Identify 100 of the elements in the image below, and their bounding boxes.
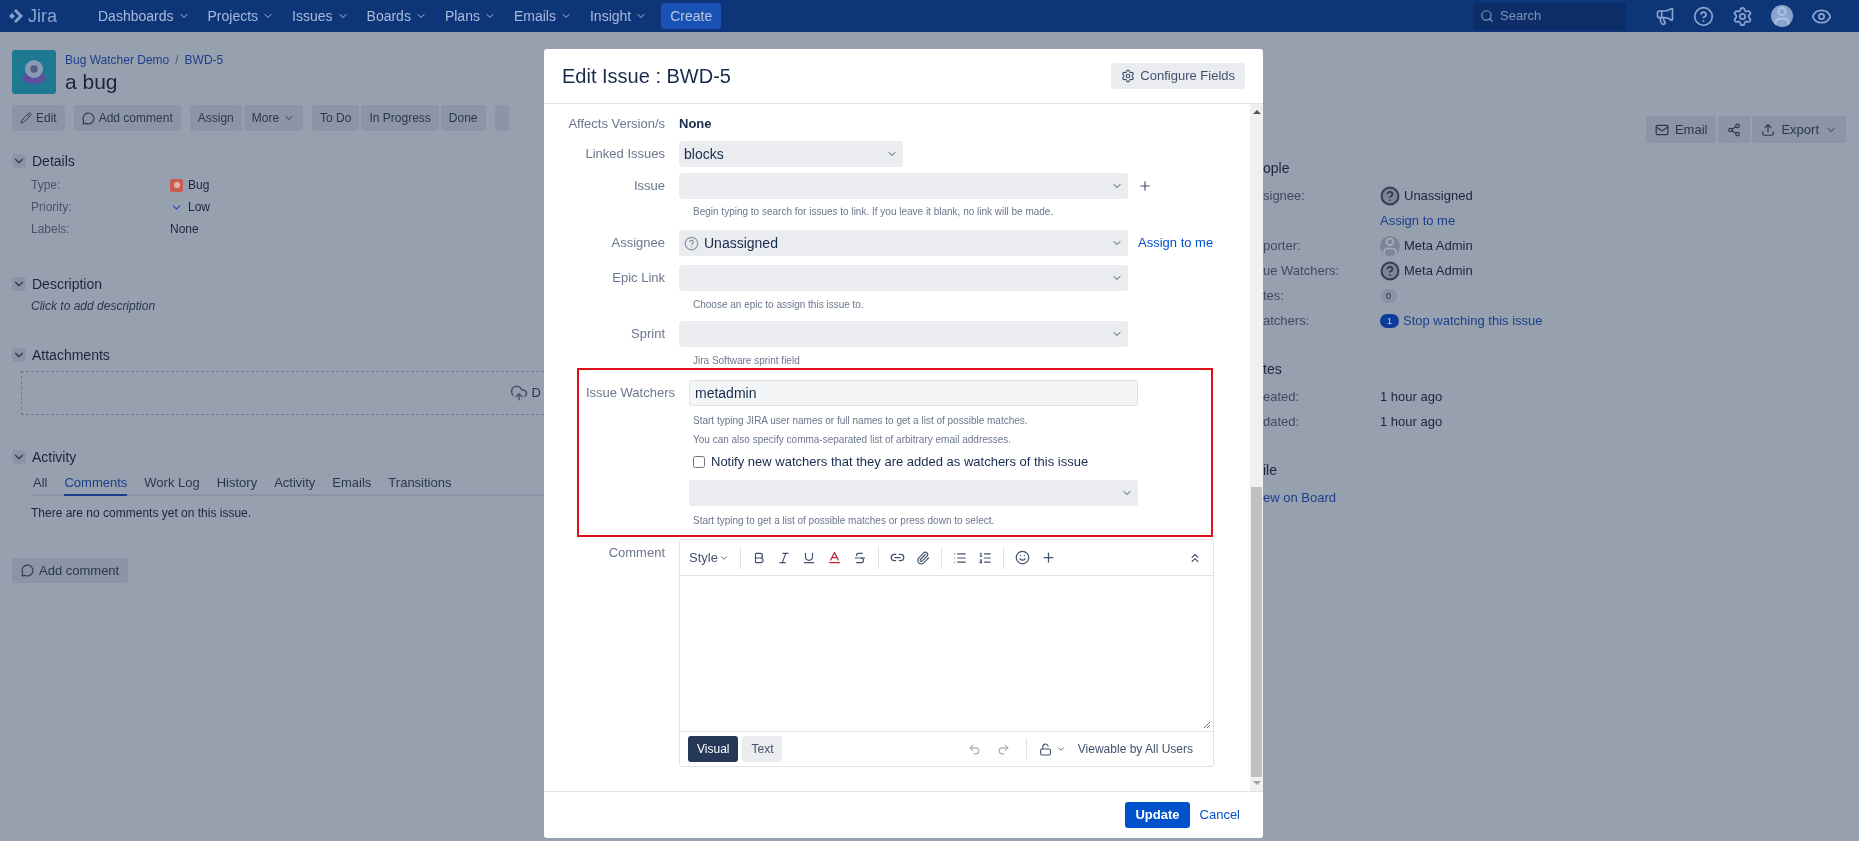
nav-menu[interactable]: Insight [583,5,654,27]
style-dropdown[interactable]: Style [685,547,733,568]
megaphone-icon[interactable] [1655,6,1675,26]
bullet-list-icon[interactable] [952,550,967,565]
field-label: Type: [31,177,62,194]
watch-link[interactable]: Stop watching this issue [1403,310,1543,331]
activity-tab[interactable]: All [33,472,48,496]
field-value: Bug [188,177,210,194]
field-label: Linked Issues [585,145,665,164]
watcher-count: 1 [1380,313,1399,328]
issue-title: a bug [65,69,119,95]
date-value: 1 hour ago [1380,387,1443,406]
underline-icon[interactable] [801,550,816,565]
search-field[interactable]: Search [1473,2,1626,30]
toolbar-button[interactable]: In Progress [361,105,439,131]
configure-fields-button[interactable]: Configure Fields [1111,63,1245,89]
help-text: You can also specify comma-separated list of arbitrary email addresses. [693,433,1013,447]
attachment-icon[interactable] [915,550,930,565]
text-effects-icon[interactable] [852,550,867,565]
editor-mode-tab[interactable]: Visual [688,736,739,762]
help-icon[interactable] [1693,5,1714,27]
field-label: Sprint [631,325,665,344]
section-title: Activity [32,447,77,467]
pencil-icon [20,112,32,124]
toolbar-button[interactable]: More [243,105,304,131]
breadcrumb-link[interactable]: BWD-5 [184,51,224,69]
toolbar-button[interactable]: Add comment [73,105,181,131]
toolbar-button[interactable]: Edit [12,105,65,131]
field-label: porter: [1263,237,1301,253]
activity-tab[interactable]: Emails [332,472,372,496]
watchers-input[interactable]: metadmin [689,380,1138,406]
select-field[interactable] [679,321,1128,347]
activity-tab[interactable]: Transitions [388,472,452,496]
field-label: signee: [1263,187,1305,203]
create-button[interactable]: Create [661,3,722,29]
add-icon[interactable] [1138,179,1152,193]
select-field[interactable] [689,480,1138,506]
activity-tab[interactable]: History [216,472,258,496]
chevron-icon[interactable] [12,154,26,168]
field-value: Low [188,199,210,216]
avatar-icon[interactable] [1771,5,1793,27]
select-field[interactable] [679,265,1128,291]
cancel-link[interactable]: Cancel [1199,805,1240,825]
help-text: Choose an epic to assign this issue to. [693,298,865,312]
field-value: None [679,115,712,134]
settings-icon[interactable] [1732,5,1753,27]
logo-icon [8,8,24,24]
field-label: Affects Version/s [568,115,665,134]
nav-menu[interactable]: Emails [507,5,578,27]
toolbar-button[interactable]: Done [440,105,486,131]
chevron-icon[interactable] [12,277,26,291]
select-field[interactable]: blocks [679,141,903,167]
numbered-list-icon[interactable] [977,550,992,565]
add-comment-button[interactable]: Add comment [12,558,129,583]
robot-icon [19,57,49,87]
section-title: Details [32,151,75,171]
toolbar-button[interactable]: Export [1752,116,1846,143]
italic-icon[interactable] [776,550,791,565]
unknown-user-icon [1380,185,1400,206]
chevron-icon[interactable] [12,348,26,362]
nav-menu[interactable]: Plans [438,5,502,27]
field-label: Assignee [611,234,665,253]
search-input[interactable]: Search [1500,6,1610,26]
update-button[interactable]: Update [1125,802,1190,828]
nav-menu[interactable]: Issues [286,5,355,27]
description-placeholder[interactable]: Click to add description [31,297,544,315]
nav-menu[interactable]: Dashboards [92,5,196,27]
checkbox-label: Notify new watchers that they are added as watchers of this issue [711,453,1089,472]
help-text: Start typing JIRA user names or full names to get a list of possible matches. [693,414,1029,428]
help-text: Begin typing to search for issues to link. If you leave it blank, no link will be made. [693,205,1055,219]
section-title: Description [32,274,103,294]
text-color-icon[interactable] [826,550,842,565]
toolbar-button[interactable]: Assign [189,105,242,131]
activity-tab[interactable]: Comments [64,472,128,496]
assign-link[interactable]: Assign to me [1380,210,1456,231]
activity-tab[interactable]: Activity [274,472,316,496]
resize-handle-icon[interactable] [1203,721,1211,729]
emoji-icon[interactable] [1014,550,1030,565]
nav-menu[interactable]: Projects [201,5,281,27]
activity-tab[interactable]: Work Log [144,472,200,496]
select-field[interactable]: Unassigned [679,230,1128,256]
assign-link[interactable]: Assign to me [1138,233,1214,253]
share-button[interactable] [1718,116,1751,143]
notify-checkbox[interactable] [693,456,705,468]
nav-menu[interactable]: Boards [360,5,433,27]
bug-icon [170,178,183,192]
field-label: eated: [1263,388,1300,404]
unlock-icon[interactable] [1038,742,1052,756]
user-name: Meta Admin [1404,236,1473,255]
help-text: Start typing to get a list of possible matches or press down to select. [693,514,996,528]
board-link[interactable]: ew on Board [1263,490,1336,505]
insert-icon[interactable] [1040,550,1056,565]
editor-mode-tab[interactable]: Text [742,736,783,762]
select-field[interactable] [679,173,1128,199]
chevron-icon[interactable] [12,450,26,464]
toolbar-button[interactable]: Email [1645,116,1717,143]
export-icon [1761,122,1776,137]
field-label: Priority: [31,199,73,216]
toolbar-button[interactable]: To Do [312,105,360,131]
breadcrumb-link[interactable]: Bug Watcher Demo [65,51,170,69]
